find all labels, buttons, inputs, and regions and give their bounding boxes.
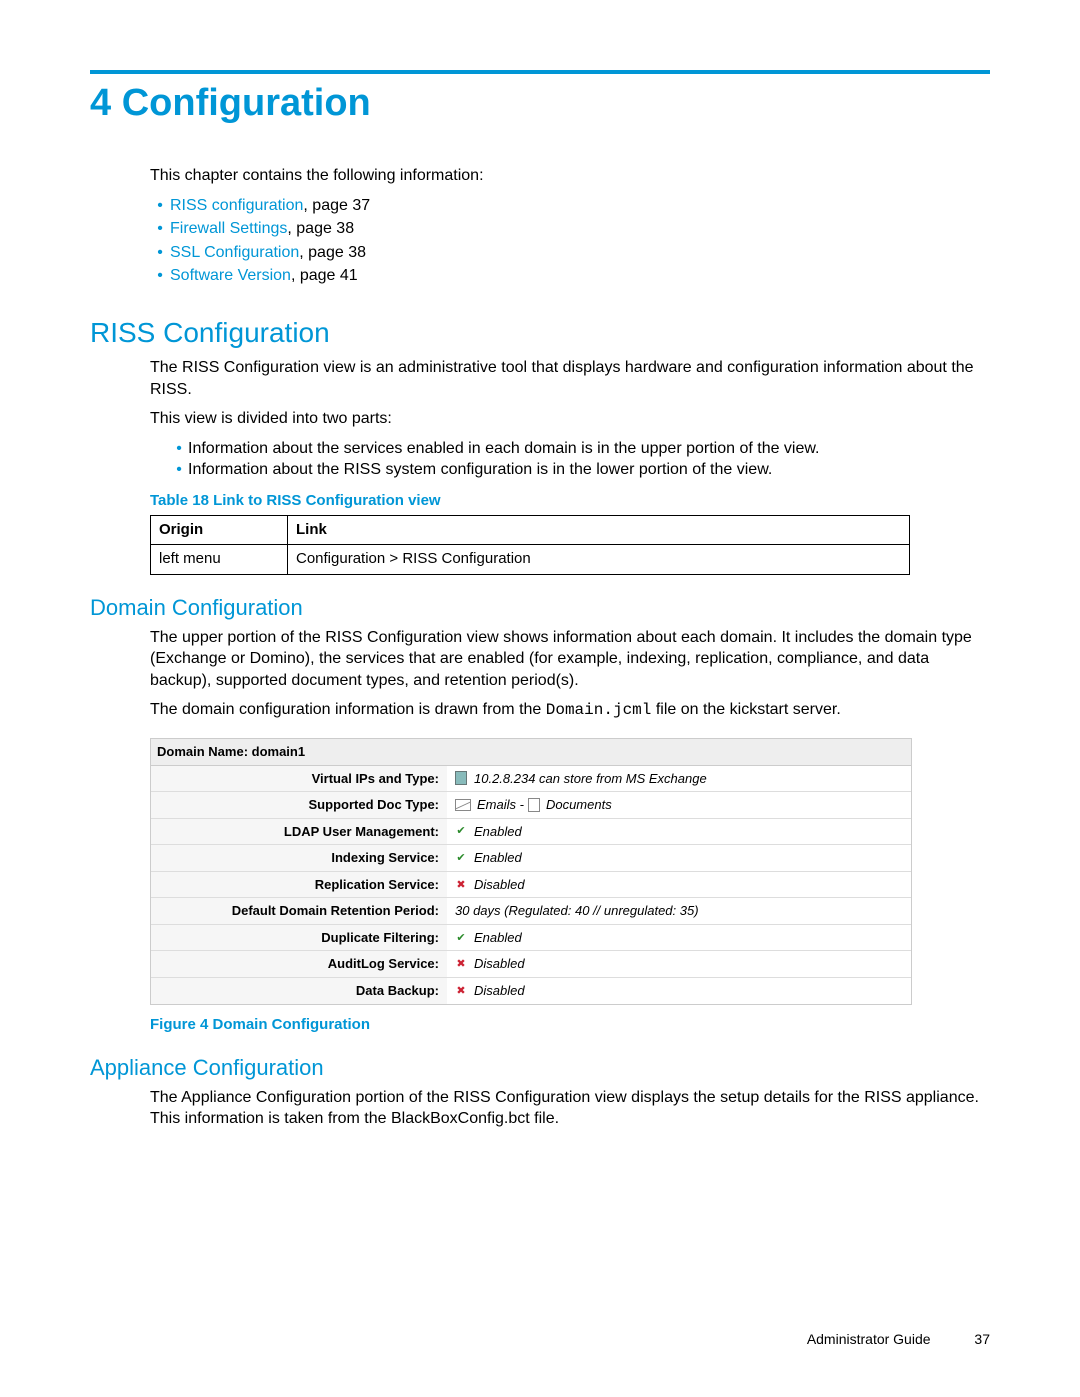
domain-config-screenshot: Domain Name: domain1 Virtual IPs and Typ… (150, 738, 912, 1004)
check-icon: ✔ (455, 852, 467, 864)
check-icon: ✔ (455, 825, 467, 837)
config-value-text: 30 days (Regulated: 40 // unregulated: 3… (455, 902, 699, 920)
config-row: Virtual IPs and Type: 10.2.8.234 can sto… (151, 766, 911, 793)
config-value: ✔ Enabled (447, 819, 911, 845)
table-caption: Table 18 Link to RISS Configuration view (150, 491, 990, 511)
table-header-origin: Origin (151, 516, 288, 545)
domain-p2-mono: Domain.jcml (546, 701, 652, 719)
email-icon (455, 799, 471, 811)
config-label: Indexing Service: (151, 845, 447, 871)
config-row: Default Domain Retention Period: 30 days… (151, 898, 911, 925)
config-label: Data Backup: (151, 978, 447, 1004)
domain-p2b: file on the kickstart server. (651, 701, 840, 718)
config-label: LDAP User Management: (151, 819, 447, 845)
domain-p2: The domain configuration information is … (150, 699, 990, 722)
toc-item: Firewall Settings, page 38 (150, 218, 990, 240)
config-value-text: Emails - (477, 796, 524, 814)
riss-p1: The RISS Configuration view is an admini… (150, 357, 990, 400)
config-row: AuditLog Service: ✖ Disabled (151, 951, 911, 978)
document-icon (528, 798, 540, 812)
chapter-toc: RISS configuration, page 37 Firewall Set… (150, 195, 990, 287)
server-icon (455, 771, 467, 785)
section-heading-riss: RISS Configuration (90, 317, 990, 349)
chapter-number: 4 (90, 82, 111, 124)
domain-p1: The upper portion of the RISS Configurat… (150, 627, 990, 692)
cross-icon: ✖ (455, 879, 467, 891)
config-label: Default Domain Retention Period: (151, 898, 447, 924)
toc-page: , page 38 (287, 220, 354, 237)
toc-link[interactable]: Firewall Settings (170, 220, 287, 237)
config-label: Virtual IPs and Type: (151, 766, 447, 792)
config-value-text: Disabled (474, 955, 525, 973)
toc-page: , page 41 (291, 267, 358, 284)
config-label: Replication Service: (151, 872, 447, 898)
cross-icon: ✖ (455, 985, 467, 997)
toc-page: , page 37 (303, 197, 370, 214)
page-footer: Administrator Guide 37 (807, 1331, 990, 1347)
check-icon: ✔ (455, 932, 467, 944)
toc-link[interactable]: Software Version (170, 267, 291, 284)
riss-p2: This view is divided into two parts: (150, 408, 990, 430)
config-value: ✖ Disabled (447, 978, 911, 1004)
config-value-text: 10.2.8.234 can store from MS Exchange (474, 770, 707, 788)
config-label: Duplicate Filtering: (151, 925, 447, 951)
config-label: Supported Doc Type: (151, 792, 447, 818)
config-value: ✖ Disabled (447, 872, 911, 898)
config-value-text: Disabled (474, 982, 525, 1000)
config-value: 10.2.8.234 can store from MS Exchange (447, 766, 911, 792)
chapter-title: 4 Configuration (90, 82, 990, 125)
config-value: 30 days (Regulated: 40 // unregulated: 3… (447, 898, 911, 924)
table-cell-origin: left menu (151, 545, 288, 574)
domain-name-header: Domain Name: domain1 (151, 739, 911, 766)
top-rule (90, 70, 990, 74)
config-value-text: Enabled (474, 929, 522, 947)
domain-p2a: The domain configuration information is … (150, 701, 546, 718)
cross-icon: ✖ (455, 958, 467, 970)
riss-bullet: Information about the services enabled i… (170, 438, 990, 460)
riss-bullets: Information about the services enabled i… (170, 438, 990, 481)
intro-text: This chapter contains the following info… (150, 165, 990, 187)
config-row: Data Backup: ✖ Disabled (151, 978, 911, 1004)
toc-item: SSL Configuration, page 38 (150, 242, 990, 264)
config-row: Indexing Service: ✔ Enabled (151, 845, 911, 872)
toc-page: , page 38 (299, 244, 366, 261)
config-label: AuditLog Service: (151, 951, 447, 977)
section-heading-domain: Domain Configuration (90, 595, 990, 621)
footer-book: Administrator Guide (807, 1331, 931, 1347)
config-row: Supported Doc Type: Emails - Documents (151, 792, 911, 819)
toc-item: Software Version, page 41 (150, 265, 990, 287)
config-value-text: Documents (546, 796, 612, 814)
config-value: Emails - Documents (447, 792, 911, 818)
config-row: Duplicate Filtering: ✔ Enabled (151, 925, 911, 952)
riss-bullet: Information about the RISS system config… (170, 459, 990, 481)
config-row: LDAP User Management: ✔ Enabled (151, 819, 911, 846)
toc-link[interactable]: SSL Configuration (170, 244, 299, 261)
config-value-text: Enabled (474, 849, 522, 867)
figure-caption: Figure 4 Domain Configuration (150, 1015, 990, 1035)
toc-item: RISS configuration, page 37 (150, 195, 990, 217)
toc-link[interactable]: RISS configuration (170, 197, 303, 214)
config-value-text: Disabled (474, 876, 525, 894)
table-cell-link: Configuration > RISS Configuration (288, 545, 910, 574)
table-header-link: Link (288, 516, 910, 545)
chapter-name: Configuration (122, 82, 371, 124)
appliance-p1: The Appliance Configuration portion of t… (150, 1087, 990, 1130)
riss-link-table: Origin Link left menu Configuration > RI… (150, 515, 910, 575)
config-value: ✖ Disabled (447, 951, 911, 977)
config-value: ✔ Enabled (447, 845, 911, 871)
footer-page-number: 37 (974, 1331, 990, 1347)
config-value: ✔ Enabled (447, 925, 911, 951)
section-heading-appliance: Appliance Configuration (90, 1055, 990, 1081)
config-value-text: Enabled (474, 823, 522, 841)
config-row: Replication Service: ✖ Disabled (151, 872, 911, 899)
table-row: left menu Configuration > RISS Configura… (151, 545, 910, 574)
